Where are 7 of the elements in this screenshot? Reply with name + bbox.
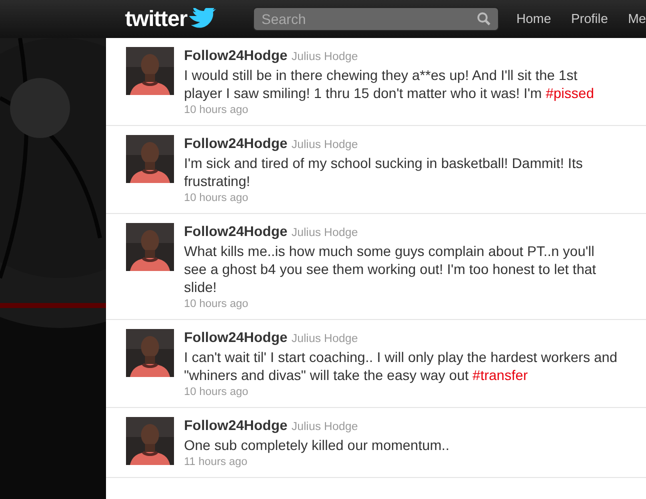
nav-link[interactable]: Me — [628, 9, 646, 29]
logo[interactable]: twitter — [125, 8, 188, 30]
nav-link[interactable]: Profile — [571, 9, 608, 29]
search-icon[interactable] — [477, 12, 492, 26]
nav-link[interactable]: Home — [516, 9, 552, 29]
bird-icon — [187, 8, 218, 30]
search-field[interactable]: Search — [252, 7, 500, 31]
